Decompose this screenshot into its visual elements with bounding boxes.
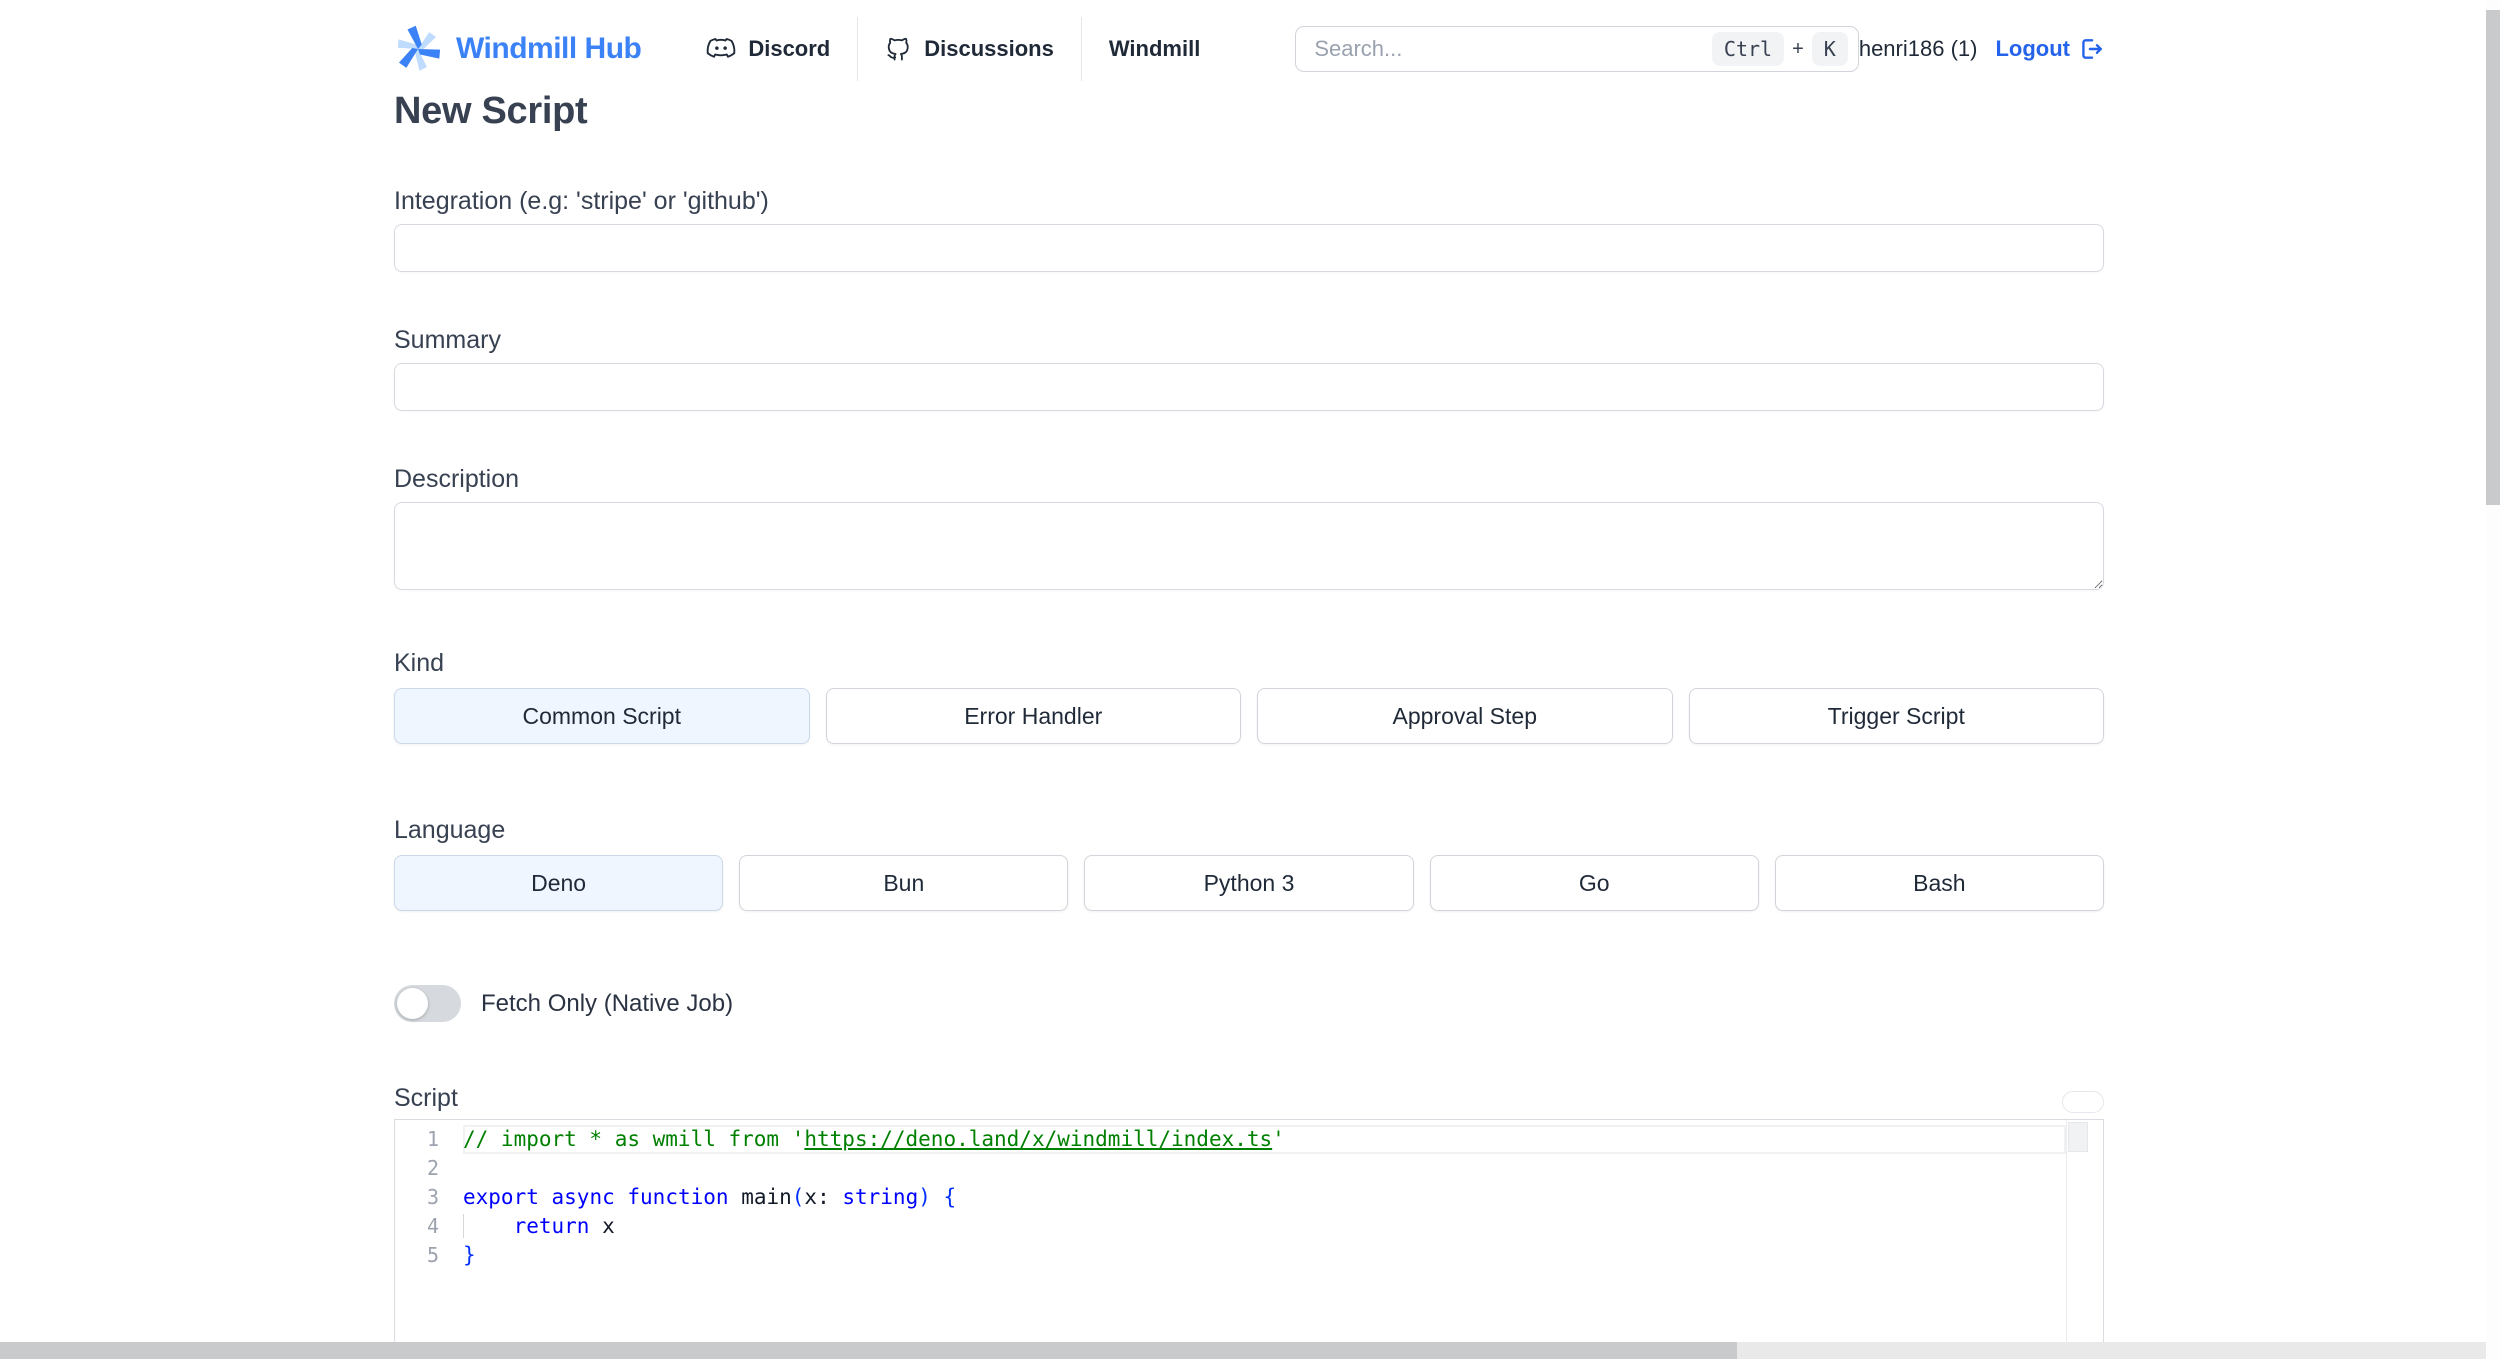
- script-section: Script 1 // import * as wmill from 'https…: [394, 1084, 2104, 1359]
- code-line[interactable]: 1 // import * as wmill from 'https://deno…: [395, 1125, 2066, 1154]
- github-icon: [885, 36, 912, 63]
- header: Windmill Hub Discord Discussions Windmill …: [394, 0, 2104, 81]
- kbd-k: K: [1811, 32, 1848, 66]
- brand-title: Windmill Hub: [456, 32, 642, 65]
- integration-input[interactable]: [394, 224, 2104, 272]
- vertical-scrollbar-thumb[interactable]: [2486, 10, 2500, 505]
- fetch-only-label: Fetch Only (Native Job): [481, 989, 734, 1017]
- code-lines: 1 // import * as wmill from 'https://deno…: [395, 1120, 2066, 1359]
- page-title: New Script: [394, 90, 588, 132]
- nav-item-windmill[interactable]: Windmill: [1082, 36, 1227, 62]
- username: henri186 (1): [1858, 36, 1978, 61]
- brand-link[interactable]: Windmill Hub: [394, 24, 706, 74]
- editor-scroll-thumb[interactable]: [2068, 1122, 2088, 1152]
- line-number: 3: [426, 1185, 439, 1209]
- language-option-python-3[interactable]: Python 3: [1084, 855, 1414, 911]
- editor-toggle-pill[interactable]: [2062, 1091, 2104, 1113]
- search-input[interactable]: [1314, 36, 1712, 62]
- summary-input[interactable]: [394, 363, 2104, 411]
- language-option-bun[interactable]: Bun: [739, 855, 1069, 911]
- language-option-go[interactable]: Go: [1429, 855, 1759, 911]
- line-number: 2: [426, 1156, 439, 1180]
- code-line[interactable]: 3 export async function main(x: string) {: [395, 1183, 2066, 1212]
- code-line[interactable]: 5}: [395, 1241, 2066, 1270]
- line-number: 5: [426, 1243, 439, 1267]
- kind-option-error-handler[interactable]: Error Handler: [825, 688, 1241, 744]
- code-editor[interactable]: 1 // import * as wmill from 'https://deno…: [394, 1119, 2104, 1359]
- script-header: Script: [394, 1084, 2104, 1113]
- kbd-separator: +: [1792, 37, 1804, 60]
- vertical-scrollbar[interactable]: [2486, 0, 2500, 1359]
- logout-label: Logout: [1995, 36, 2070, 61]
- nav-item-discord[interactable]: Discord: [706, 36, 857, 62]
- fetch-only-row: Fetch Only (Native Job): [394, 985, 2104, 1022]
- description-label: Description: [394, 465, 520, 493]
- code-line-content: }: [463, 1243, 476, 1267]
- code-line[interactable]: 4 return x: [395, 1212, 2066, 1241]
- code-line-content: // import * as wmill from 'https://deno.…: [463, 1125, 2066, 1154]
- editor-scroll-rail[interactable]: [2066, 1120, 2103, 1359]
- header-nav: Discord Discussions Windmill: [706, 17, 1227, 81]
- kind-option-trigger-script[interactable]: Trigger Script: [1688, 688, 2104, 744]
- code-line-content: [463, 1154, 2066, 1183]
- description-field: Description: [394, 465, 2104, 595]
- integration-label: Integration (e.g: 'stripe' or 'github'): [394, 187, 769, 215]
- code-line-content: export async function main(x: string) {: [463, 1185, 957, 1209]
- user-area: henri186 (1) Logout: [1859, 36, 2104, 62]
- language-field: Language Deno Bun Python 3 Go Bash: [394, 816, 2104, 911]
- search-box[interactable]: Ctrl + K: [1295, 26, 1859, 72]
- integration-field: Integration (e.g: 'stripe' or 'github'): [394, 187, 2104, 272]
- toggle-knob-icon: [397, 988, 428, 1019]
- kind-field: Kind Common Script Error Handler Approval …: [394, 649, 2104, 744]
- language-options: Deno Bun Python 3 Go Bash: [394, 855, 2104, 911]
- code-line[interactable]: 2: [395, 1154, 2066, 1183]
- fetch-only-toggle[interactable]: [394, 985, 461, 1022]
- kbd-ctrl: Ctrl: [1711, 32, 1785, 66]
- discord-icon: [706, 37, 736, 61]
- script-label: Script: [394, 1084, 458, 1112]
- description-textarea[interactable]: [394, 502, 2104, 590]
- horizontal-scrollbar[interactable]: [0, 1342, 2500, 1359]
- language-option-deno[interactable]: Deno: [394, 855, 724, 911]
- nav-item-discussions[interactable]: Discussions: [858, 36, 1081, 63]
- code-line-content: return x: [463, 1212, 2066, 1241]
- nav-item-label: Windmill: [1108, 36, 1201, 61]
- main-container: Windmill Hub Discord Discussions Windmill …: [394, 0, 2104, 1359]
- language-label: Language: [394, 816, 506, 844]
- logout-link[interactable]: Logout: [1995, 36, 2104, 62]
- summary-label: Summary: [394, 326, 501, 354]
- line-number: 1: [426, 1127, 439, 1151]
- windmill-logo-icon: [394, 24, 442, 74]
- kind-options: Common Script Error Handler Approval Step T…: [394, 688, 2104, 744]
- horizontal-scrollbar-thumb[interactable]: [0, 1342, 1737, 1359]
- summary-field: Summary: [394, 326, 2104, 411]
- logout-icon: [2078, 36, 2104, 62]
- line-number: 4: [426, 1214, 439, 1238]
- nav-item-label: Discussions: [924, 36, 1054, 61]
- kind-option-common-script[interactable]: Common Script: [394, 688, 810, 744]
- language-option-bash[interactable]: Bash: [1774, 855, 2104, 911]
- nav-item-label: Discord: [748, 36, 831, 61]
- kind-option-approval-step[interactable]: Approval Step: [1257, 688, 1673, 744]
- kind-label: Kind: [394, 649, 445, 677]
